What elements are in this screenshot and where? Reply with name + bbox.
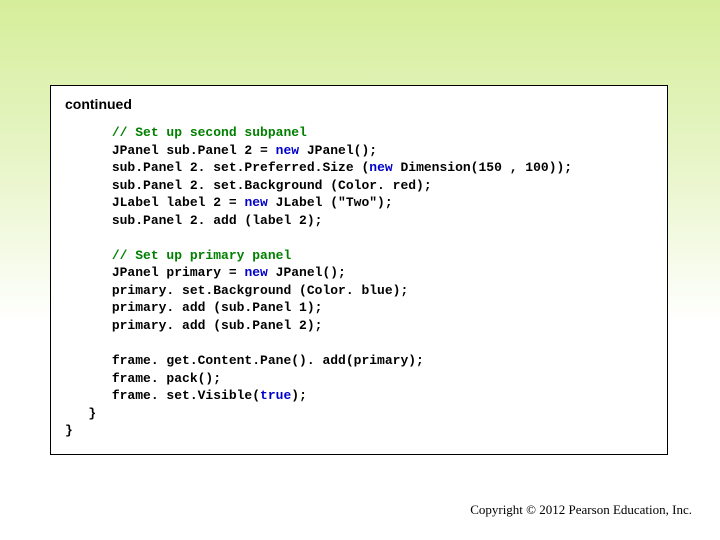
line-12c: ); xyxy=(291,388,307,403)
line-12a: frame. set.Visible( xyxy=(112,388,260,403)
kw-new-4: new xyxy=(244,265,267,280)
line-11: frame. pack(); xyxy=(112,371,221,386)
line-4c: JLabel ("Two"); xyxy=(268,195,393,210)
slide: continued // Set up second subpanel JPan… xyxy=(0,0,720,540)
line-1a: JPanel sub.Panel 2 = xyxy=(112,143,276,158)
code-block: // Set up second subpanel JPanel sub.Pan… xyxy=(65,124,653,440)
line-9: primary. add (sub.Panel 2); xyxy=(112,318,323,333)
code-box: continued // Set up second subpanel JPan… xyxy=(50,85,668,455)
line-6c: JPanel(); xyxy=(268,265,346,280)
line-4a: JLabel label 2 = xyxy=(112,195,245,210)
kw-new-2: new xyxy=(369,160,392,175)
copyright: Copyright © 2012 Pearson Education, Inc. xyxy=(470,502,692,518)
brace-inner: } xyxy=(88,406,96,421)
line-2a: sub.Panel 2. set.Preferred.Size ( xyxy=(112,160,369,175)
line-7: primary. set.Background (Color. blue); xyxy=(112,283,408,298)
line-3: sub.Panel 2. set.Background (Color. red)… xyxy=(112,178,432,193)
line-5: sub.Panel 2. add (label 2); xyxy=(112,213,323,228)
comment-1: // Set up second subpanel xyxy=(112,125,307,140)
line-2c: Dimension(150 , 100)); xyxy=(393,160,572,175)
kw-new-3: new xyxy=(244,195,267,210)
kw-true: true xyxy=(260,388,291,403)
brace-outer: } xyxy=(65,423,73,438)
line-1c: JPanel(); xyxy=(299,143,377,158)
line-10: frame. get.Content.Pane(). add(primary); xyxy=(112,353,424,368)
line-6a: JPanel primary = xyxy=(112,265,245,280)
continued-label: continued xyxy=(65,96,653,112)
comment-2: // Set up primary panel xyxy=(112,248,291,263)
line-8: primary. add (sub.Panel 1); xyxy=(112,300,323,315)
kw-new-1: new xyxy=(276,143,299,158)
